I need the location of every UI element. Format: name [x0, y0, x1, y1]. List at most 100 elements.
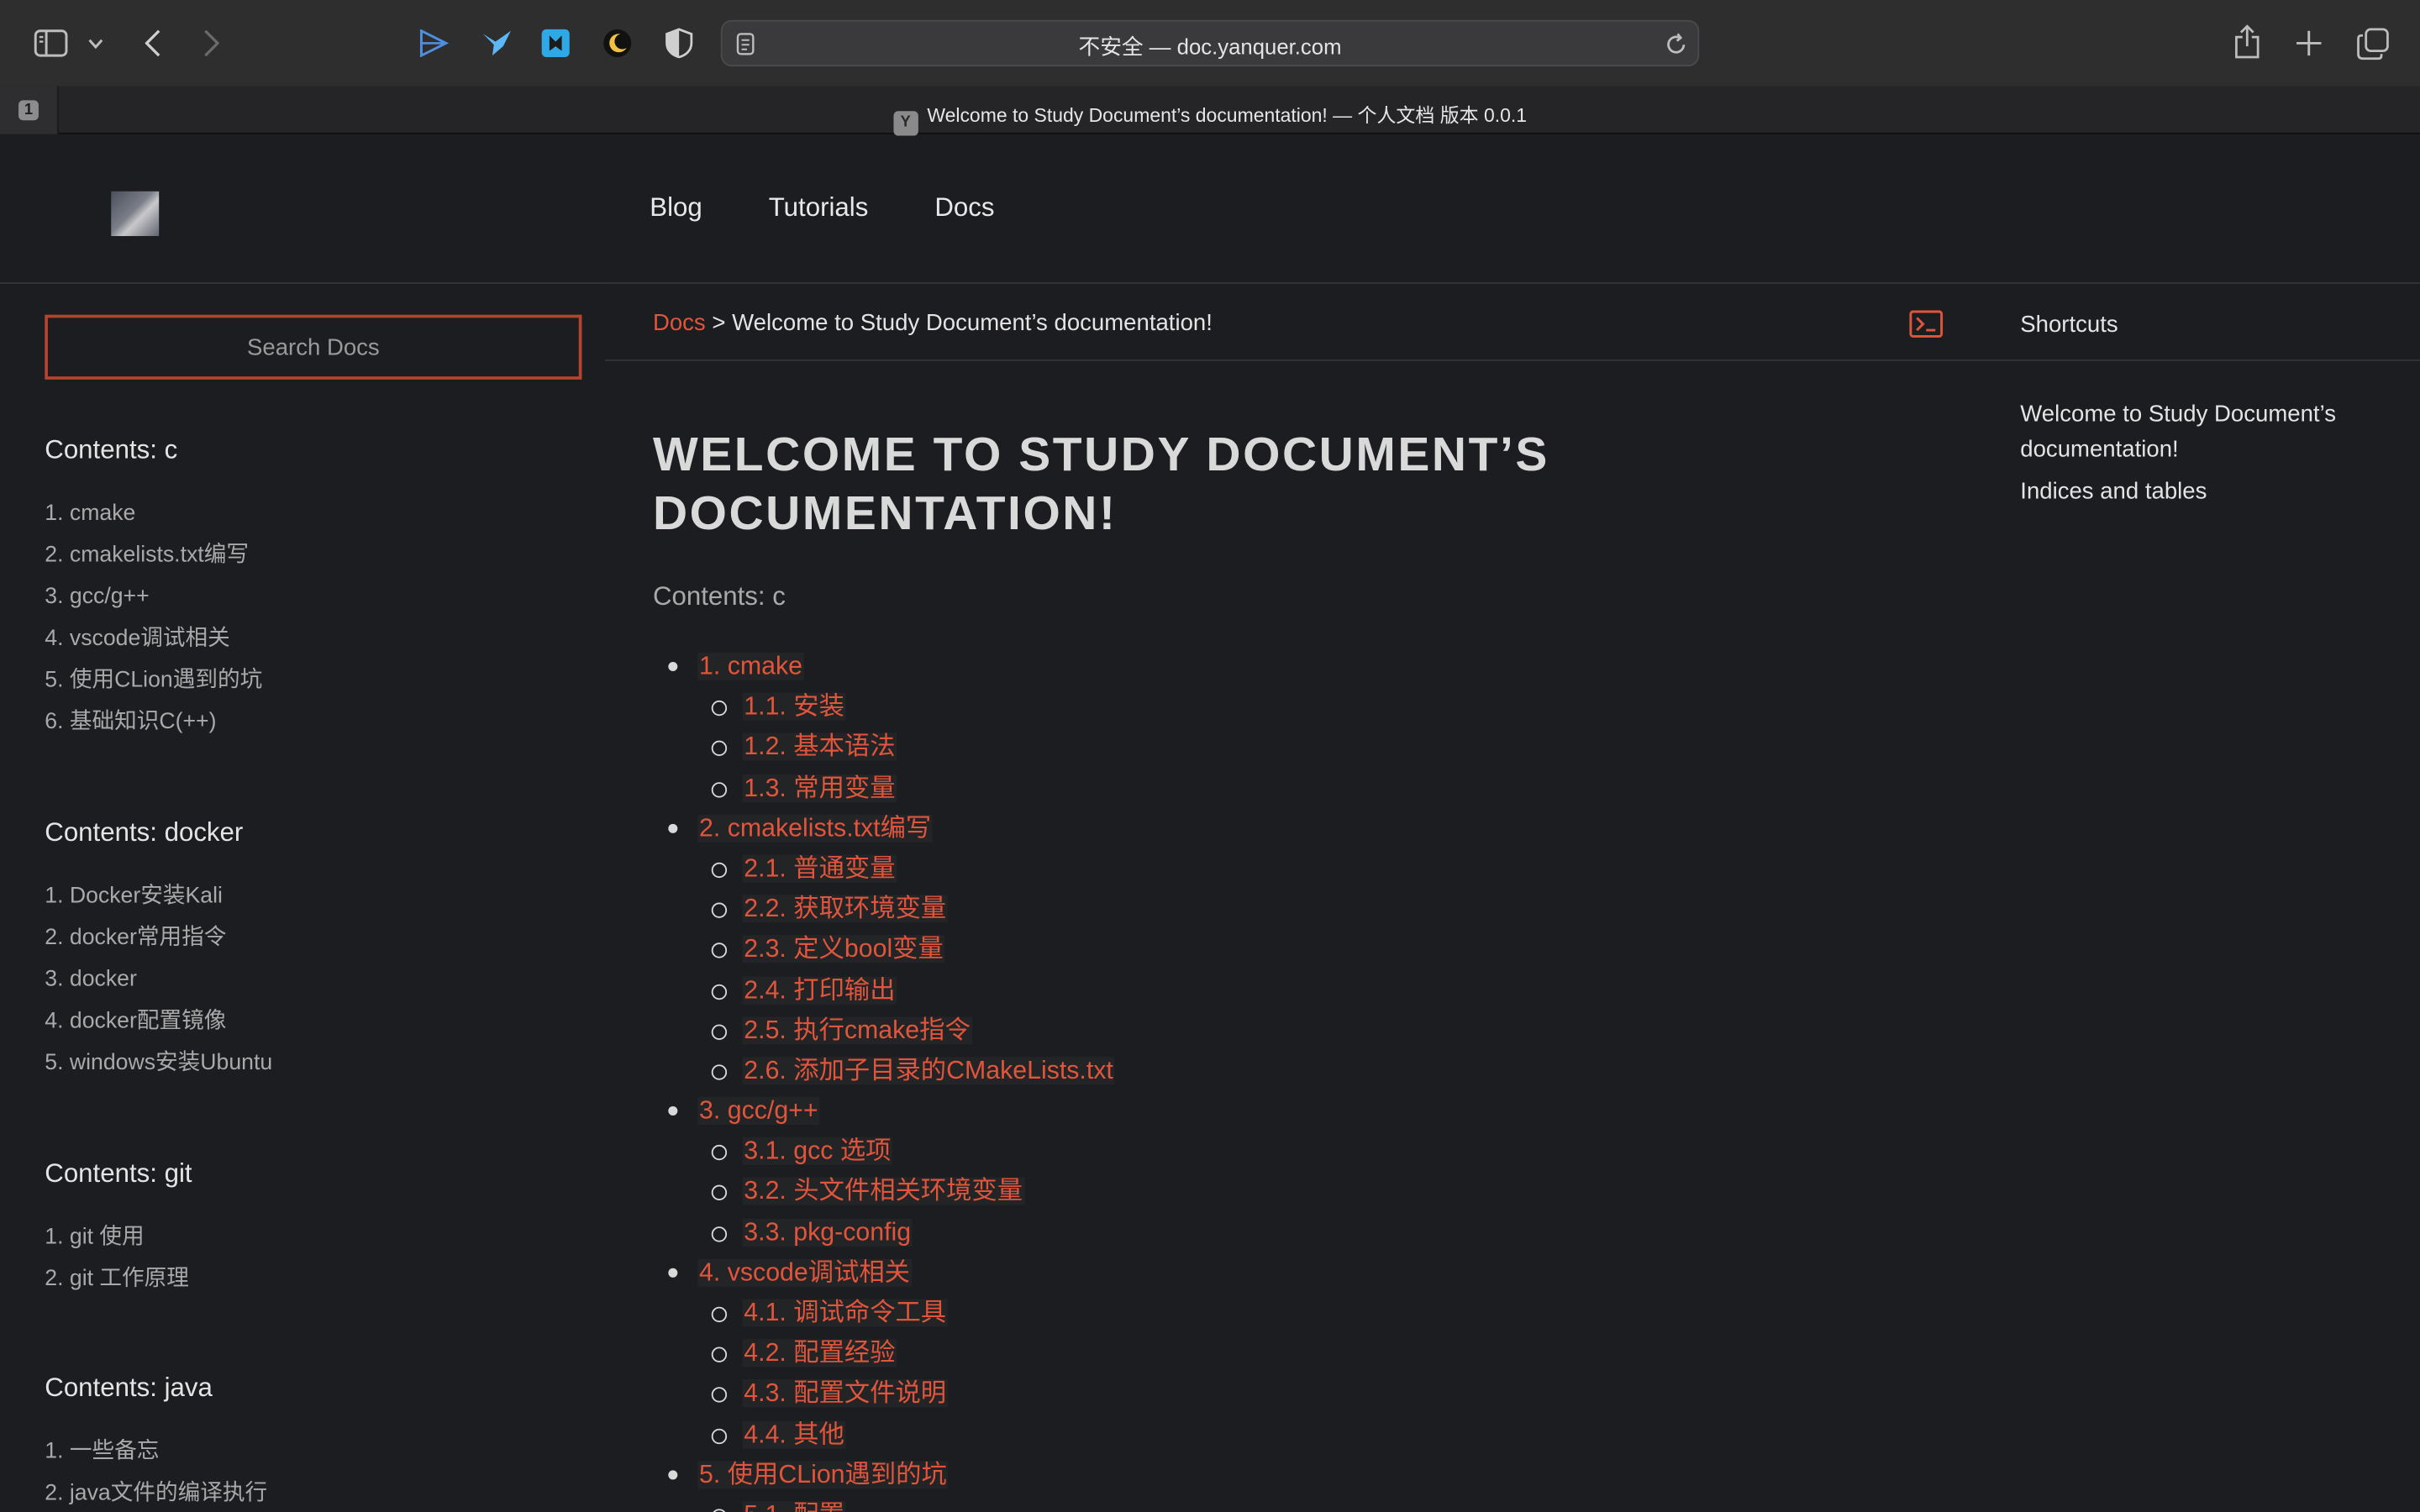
shortcuts-list: Welcome to Study Document’s documentatio…: [2020, 396, 2391, 515]
sidebar-item[interactable]: 3. docker: [45, 964, 272, 1006]
toc-item: 3. gcc/g++: [666, 1094, 1115, 1134]
sidebar-section-java: Contents: java 1. 一些备忘 2. java文件的编译执行: [45, 1373, 267, 1512]
tab-title-text: Welcome to Study Document’s documentatio…: [927, 104, 1528, 127]
toc-link[interactable]: 1. cmake: [697, 652, 804, 681]
toc-link[interactable]: 2.4. 打印输出: [742, 975, 897, 1004]
toc-subitem: 1.3. 常用变量: [666, 771, 1115, 811]
sidebar-item[interactable]: 6. 基础知识C(++): [45, 706, 262, 748]
toc-link[interactable]: 2.5. 执行cmake指令: [742, 1016, 972, 1044]
new-tab-plus-icon[interactable]: [2293, 28, 2324, 59]
toc-link[interactable]: 4.1. 调试命令工具: [742, 1299, 948, 1327]
sidebar-item[interactable]: 1. Docker安装Kali: [45, 881, 272, 923]
sidebar-item[interactable]: 1. cmake: [45, 498, 262, 540]
toc-subitem: 5.1. 配置: [666, 1498, 1115, 1512]
toc-link[interactable]: 4.3. 配置文件说明: [742, 1379, 948, 1408]
docs-sidebar: Contents: c 1. cmake 2. cmakelists.txt编写…: [0, 285, 606, 1512]
nav-tutorials-link[interactable]: Tutorials: [769, 193, 869, 224]
toc-link[interactable]: 2.1. 普通变量: [742, 854, 897, 883]
sidebar-item[interactable]: 3. gcc/g++: [45, 581, 262, 623]
toc-link[interactable]: 1.1. 安装: [742, 693, 846, 722]
toc-link[interactable]: 2. cmakelists.txt编写: [697, 814, 934, 843]
forward-icon[interactable]: [201, 28, 223, 59]
extension-bird-icon[interactable]: [478, 26, 515, 60]
site-favicon-icon: Y: [892, 111, 918, 136]
tab-bar: 1 Y Welcome to Study Document’s documenta…: [0, 86, 2420, 136]
chevron-down-icon[interactable]: [87, 34, 105, 52]
toc-link[interactable]: 4.2. 配置经验: [742, 1339, 897, 1368]
page-title: Welcome to Study Document’s documentatio…: [652, 427, 1549, 540]
toc-link[interactable]: 4.4. 其他: [742, 1420, 846, 1448]
breadcrumb-current: Welcome to Study Document’s documentatio…: [732, 310, 1213, 337]
sidebar-item[interactable]: 4. docker配置镜像: [45, 1006, 272, 1048]
reload-icon[interactable]: [1665, 33, 1687, 64]
app-window: 不安全 — doc.yanquer.com 1 Y Welcome to Stud…: [0, 0, 2420, 1512]
toc-item: 2. cmakelists.txt编写: [666, 811, 1115, 852]
search-input[interactable]: [45, 314, 582, 380]
address-bar[interactable]: 不安全 — doc.yanquer.com: [720, 19, 1700, 66]
toc-subitem: 2.6. 添加子目录的CMakeLists.txt: [666, 1053, 1115, 1094]
toc-subitem: 4.3. 配置文件说明: [666, 1377, 1115, 1417]
toc-link[interactable]: 2.3. 定义bool变量: [742, 935, 945, 963]
toc-item: 4. vscode调试相关: [666, 1256, 1115, 1296]
sidebar-item[interactable]: 5. 使用CLion遇到的坑: [45, 665, 262, 707]
breadcrumb-bar: Docs > Welcome to Study Document’s docum…: [605, 286, 2420, 361]
toc-link[interactable]: 1.3. 常用变量: [742, 774, 897, 801]
toc-subitem: 3.1. gcc 选项: [666, 1134, 1115, 1174]
toc-link[interactable]: 2.2. 获取环境变量: [742, 895, 948, 923]
sidebar-item[interactable]: 2. cmakelists.txt编写: [45, 540, 262, 582]
site-header: Blog Tutorials Docs: [0, 135, 2420, 284]
url-text[interactable]: 不安全 — doc.yanquer.com: [723, 31, 1698, 62]
sidebar-toggle-icon[interactable]: [34, 28, 68, 59]
tab-overview-icon[interactable]: [2355, 26, 2389, 60]
extension-arrow-icon[interactable]: [417, 28, 450, 59]
toc-link[interactable]: 5.1. 配置: [742, 1501, 846, 1512]
dark-mode-moon-icon[interactable]: [600, 26, 634, 60]
share-icon[interactable]: [2232, 24, 2263, 60]
extension-badge-icon[interactable]: [539, 26, 572, 60]
sidebar-section-c: Contents: c 1. cmake 2. cmakelists.txt编写…: [45, 435, 262, 748]
sidebar-item[interactable]: 2. git 工作原理: [45, 1263, 192, 1305]
main-nav: Blog Tutorials Docs: [650, 193, 994, 224]
breadcrumb-separator: >: [705, 310, 733, 337]
toc-subitem: 2.5. 执行cmake指令: [666, 1013, 1115, 1053]
back-icon[interactable]: [142, 28, 164, 59]
toc-link[interactable]: 3. gcc/g++: [697, 1097, 820, 1126]
toc-subitem: 1.2. 基本语法: [666, 730, 1115, 770]
sidebar-item[interactable]: 1. 一些备忘: [45, 1436, 267, 1478]
toc-link[interactable]: 3.3. pkg-config: [742, 1218, 913, 1247]
toc-subitem: 2.1. 普通变量: [666, 852, 1115, 892]
toc-subitem: 1.1. 安装: [666, 690, 1115, 730]
toc-link[interactable]: 1.2. 基本语法: [742, 733, 897, 761]
toc-link[interactable]: 4. vscode调试相关: [697, 1258, 912, 1287]
toc-link[interactable]: 3.1. gcc 选项: [742, 1137, 893, 1166]
active-tab[interactable]: Y Welcome to Study Document’s documentati…: [0, 99, 2420, 136]
nav-blog-link[interactable]: Blog: [650, 193, 702, 224]
shield-icon[interactable]: [664, 28, 695, 59]
toc-subitem: 4.2. 配置经验: [666, 1336, 1115, 1377]
toc-subitem: 3.3. pkg-config: [666, 1215, 1115, 1256]
sidebar-section-title: Contents: git: [45, 1158, 192, 1189]
browser-toolbar: 不安全 — doc.yanquer.com: [0, 0, 2420, 87]
toc-link[interactable]: 2.6. 添加子目录的CMakeLists.txt: [742, 1056, 1115, 1084]
sidebar-item[interactable]: 2. docker常用指令: [45, 922, 272, 964]
toc-link[interactable]: 3.2. 头文件相关环境变量: [742, 1178, 1024, 1206]
site-logo[interactable]: [111, 191, 160, 237]
sidebar-item[interactable]: 2. java文件的编译执行: [45, 1478, 267, 1512]
toc-subitem: 2.2. 获取环境变量: [666, 892, 1115, 932]
sidebar-item[interactable]: 1. git 使用: [45, 1222, 192, 1264]
breadcrumb-docs-link[interactable]: Docs: [653, 310, 706, 336]
terminal-icon[interactable]: [1909, 310, 1944, 345]
contents-caption: Contents: c: [652, 581, 786, 612]
sidebar-item[interactable]: 4. vscode调试相关: [45, 623, 262, 665]
sidebar-section-title: Contents: docker: [45, 817, 244, 848]
sidebar-section-docker: Contents: docker 1. Docker安装Kali 2. dock…: [45, 817, 272, 1089]
sidebar-section-title: Contents: c: [45, 434, 178, 465]
shortcuts-title: Shortcuts: [2020, 312, 2118, 339]
shortcut-item[interactable]: Welcome to Study Document’s documentatio…: [2020, 396, 2391, 467]
sidebar-item[interactable]: 5. windows安装Ubuntu: [45, 1047, 272, 1089]
toc-link[interactable]: 5. 使用CLion遇到的坑: [697, 1460, 949, 1488]
toc-subitem: 4.4. 其他: [666, 1417, 1115, 1457]
sidebar-section-git: Contents: git 1. git 使用 2. git 工作原理: [45, 1158, 192, 1305]
nav-docs-link[interactable]: Docs: [934, 193, 994, 224]
shortcut-item[interactable]: Indices and tables: [2020, 474, 2391, 509]
